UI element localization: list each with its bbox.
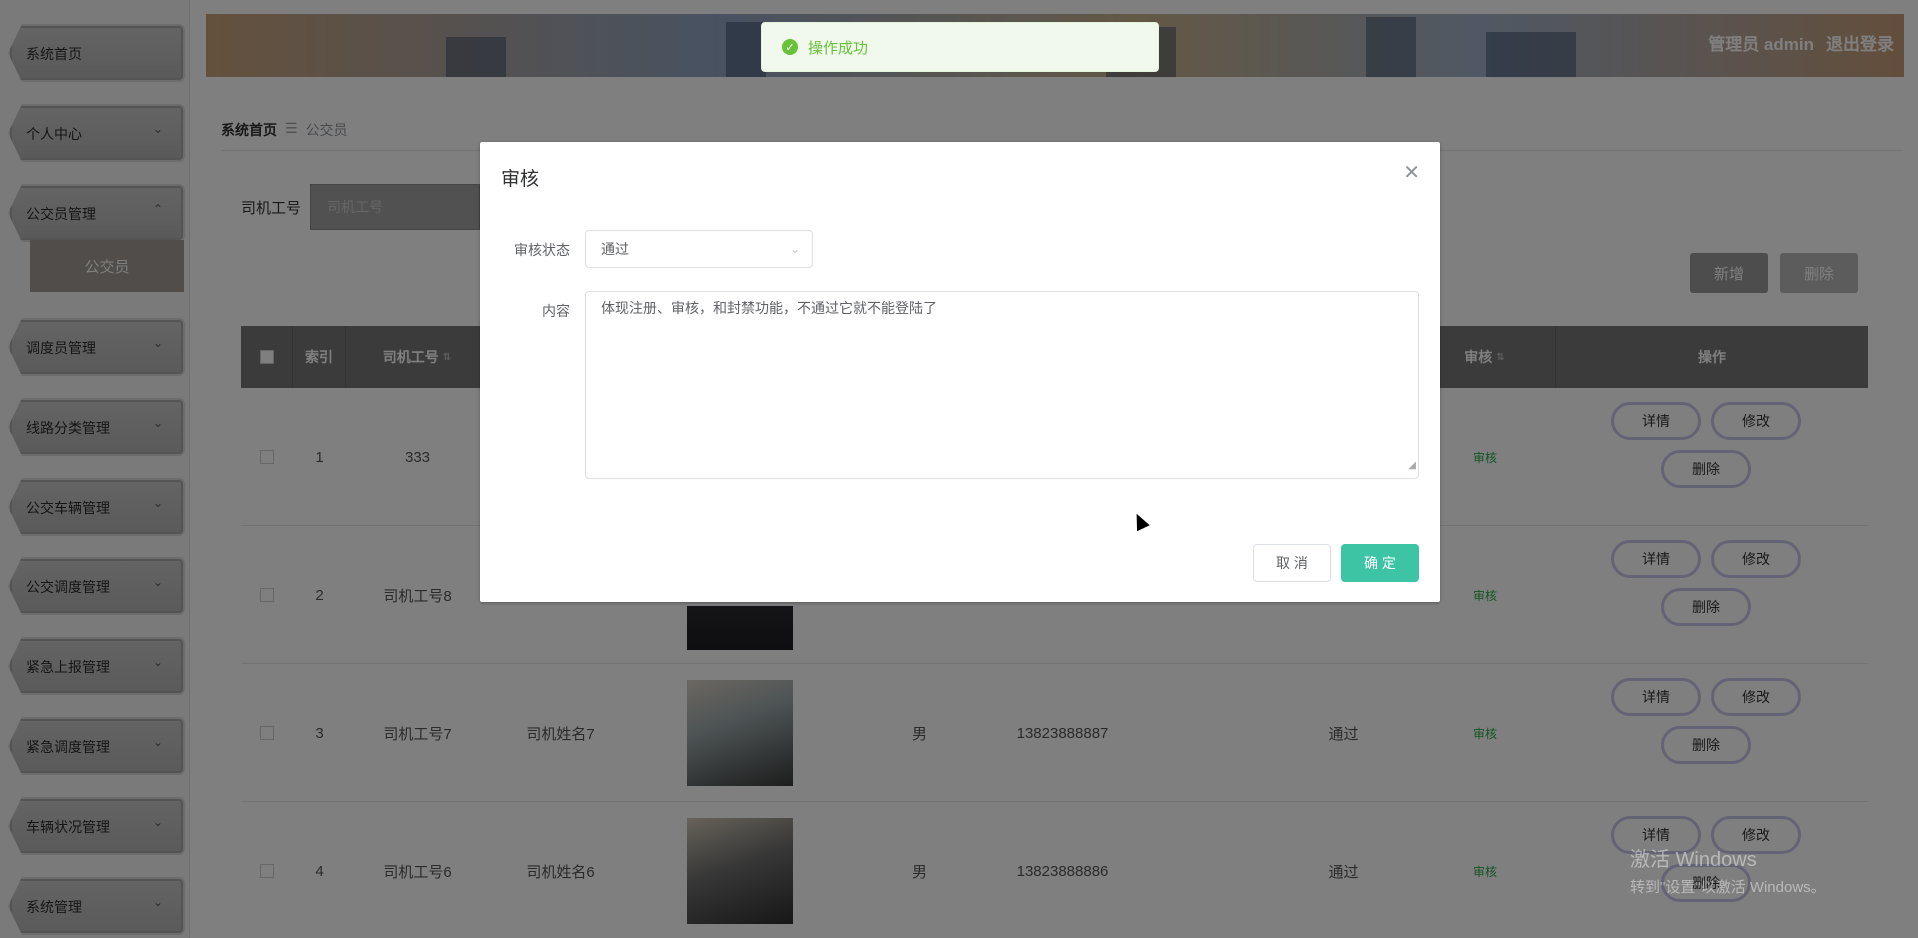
toast-message: 操作成功 [808,39,869,57]
content-label: 内容 [542,303,570,319]
audit-dialog: 审核 ✕ 审核状态 通过 ⌄ 内容 体现注册、审核，和封禁功能，不通过它就不能登… [480,142,1440,602]
resize-grip-icon[interactable]: ◢ [1408,456,1416,476]
status-select[interactable]: 通过 ⌄ [585,230,813,268]
chevron-down-icon: ⌄ [789,242,800,256]
close-icon[interactable]: ✕ [1403,160,1420,185]
windows-activation-watermark: 激活 Windows 转到"设置"以激活 Windows。 [1630,843,1826,897]
watermark-subtitle: 转到"设置"以激活 Windows。 [1630,879,1826,896]
success-toast: ✓ 操作成功 [761,22,1159,72]
dialog-title: 审核 [501,169,540,190]
cancel-button[interactable]: 取 消 [1253,544,1331,582]
success-check-icon: ✓ [782,39,798,55]
confirm-button[interactable]: 确 定 [1341,544,1419,582]
watermark-title: 激活 Windows [1630,849,1757,871]
status-select-value: 通过 [601,241,629,257]
content-textarea[interactable]: 体现注册、审核，和封禁功能，不通过它就不能登陆了 ◢ [585,291,1419,479]
status-label: 审核状态 [514,242,570,258]
content-text: 体现注册、审核，和封禁功能，不通过它就不能登陆了 [601,300,937,316]
